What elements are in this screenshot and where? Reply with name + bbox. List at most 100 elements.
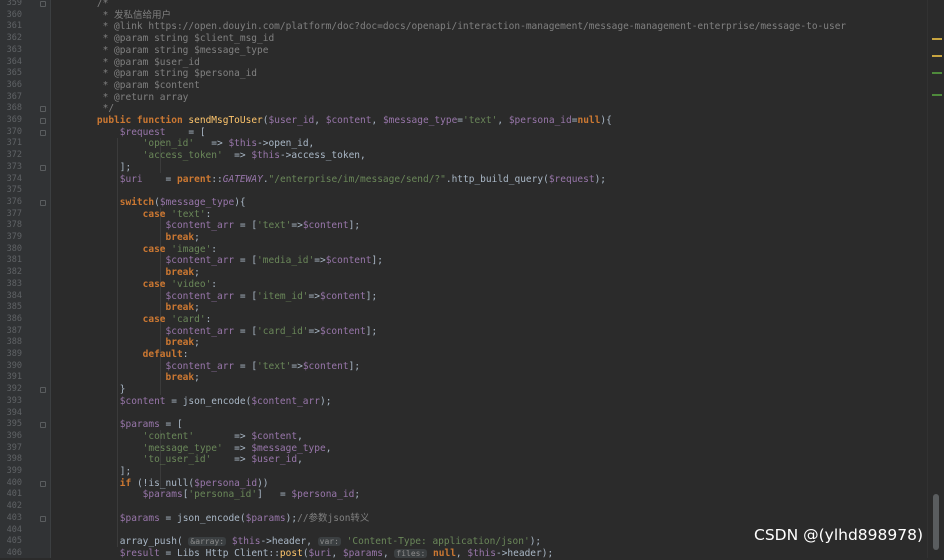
code-token: $persona_id xyxy=(291,489,355,501)
line-number: 392 xyxy=(6,384,22,395)
code-line[interactable]: 'content' => $content, xyxy=(74,431,303,443)
fold-marker-icon[interactable] xyxy=(40,199,46,206)
line-number: 370 xyxy=(6,126,22,137)
code-line[interactable]: * @param $user_id xyxy=(74,57,200,69)
line-number: 380 xyxy=(6,243,22,254)
fold-marker-icon[interactable] xyxy=(40,118,46,124)
code-line[interactable]: break; xyxy=(74,267,200,279)
code-line[interactable]: 'to_user_id' => $user_id, xyxy=(74,454,303,466)
code-line[interactable]: * @param string $client_msg_id xyxy=(74,33,275,45)
code-line[interactable]: $params = [ xyxy=(74,419,183,431)
line-number: 361 xyxy=(6,21,22,32)
code-token: = xyxy=(142,173,177,185)
code-line[interactable]: ]; xyxy=(74,162,131,174)
code-line[interactable]: ]; xyxy=(74,466,131,478)
code-token: => xyxy=(308,325,320,337)
code-line[interactable]: $content_arr = ['item_id'=>$content]; xyxy=(74,290,378,303)
code-line[interactable]: 'open_id' => $this->open_id, xyxy=(74,138,315,150)
scrollbar-thumb[interactable] xyxy=(933,494,939,550)
code-line[interactable]: case 'card': xyxy=(74,314,212,326)
code-line[interactable]: $content_arr = ['text'=>$content]; xyxy=(74,220,361,232)
code-line[interactable]: * @param $content xyxy=(74,80,200,92)
line-number: 404 xyxy=(6,524,22,535)
code-line[interactable]: * @param string $message_type xyxy=(74,44,269,57)
code-line[interactable]: default: xyxy=(74,349,189,361)
code-line[interactable]: $params = json_encode($params);//参数json转… xyxy=(74,512,370,525)
code-token: //参数json转义 xyxy=(297,512,370,524)
line-number: 368 xyxy=(6,103,22,114)
code-token: parent xyxy=(176,173,212,185)
code-line[interactable]: * @return array xyxy=(74,92,189,104)
code-token: case xyxy=(142,243,172,255)
code-token: ]; xyxy=(348,360,361,372)
code-line[interactable]: * 发私信给用户 xyxy=(74,10,171,22)
code-line[interactable]: array_push( &array: $this->header, var: … xyxy=(74,536,541,548)
code-line[interactable]: case 'image': xyxy=(74,244,217,256)
line-number: 365 xyxy=(6,68,22,79)
line-number: 371 xyxy=(6,138,22,149)
code-token: 'persona_id' xyxy=(188,489,258,501)
code-line[interactable]: $request = [ xyxy=(74,127,206,139)
code-token: $content xyxy=(302,360,349,372)
fold-marker-icon[interactable] xyxy=(40,480,46,487)
code-token: : xyxy=(211,278,218,290)
code-line[interactable]: case 'video': xyxy=(74,279,217,291)
code-token: $content_arr xyxy=(251,395,320,407)
code-token: $request xyxy=(119,126,166,138)
fold-marker-icon[interactable] xyxy=(40,387,46,394)
code-token: * @param string $message_type xyxy=(74,44,269,56)
code-token: /* xyxy=(74,0,109,9)
code-line[interactable]: * @link https://open.douyin.com/platform… xyxy=(74,21,847,33)
fold-marker-icon[interactable] xyxy=(40,129,46,136)
code-line[interactable]: $content = json_encode($content_arr); xyxy=(74,395,332,408)
line-number: 372 xyxy=(6,150,22,161)
code-line[interactable]: break; xyxy=(74,302,200,314)
code-line[interactable]: public function sendMsgToUser($user_id, … xyxy=(74,115,612,127)
line-number: 377 xyxy=(6,208,22,219)
code-token: case xyxy=(142,278,172,290)
code-token: null xyxy=(577,115,601,126)
fold-marker-icon[interactable] xyxy=(40,1,46,7)
fold-marker-icon[interactable] xyxy=(40,515,46,522)
code-token: $content_arr xyxy=(165,325,235,337)
code-line[interactable]: $content_arr = ['media_id'=>$content]; xyxy=(74,255,383,267)
scroll-marker-warning xyxy=(932,55,942,57)
code-token: $request xyxy=(548,173,595,185)
code-token: * @param string $persona_id xyxy=(74,68,258,80)
code-line[interactable]: break; xyxy=(74,337,200,349)
code-area[interactable]: /* * 发私信给用户 * @link https://open.douyin.… xyxy=(50,0,928,558)
code-line[interactable]: $content_arr = ['card_id'=>$content]; xyxy=(74,325,378,338)
code-line[interactable]: $params['persona_id'] = $persona_id; xyxy=(74,489,360,501)
code-token: $params xyxy=(142,489,183,501)
code-token: ); xyxy=(285,512,298,524)
code-line[interactable]: break; xyxy=(74,372,200,384)
line-number: 379 xyxy=(6,232,22,242)
code-line[interactable]: * @param string $persona_id xyxy=(74,68,257,80)
fold-marker-icon[interactable] xyxy=(40,106,46,113)
code-line[interactable]: if (!is_null($persona_id)) xyxy=(74,478,269,490)
code-line[interactable]: $uri = parent::GATEWAY."/enterprise/im/m… xyxy=(74,174,606,186)
code-line[interactable]: $result = Libs_Http_Client::post($uri, $… xyxy=(74,548,553,558)
code-line[interactable]: */ xyxy=(74,103,114,115)
code-line[interactable]: break; xyxy=(74,232,200,244)
fold-marker-icon[interactable] xyxy=(40,422,46,429)
code-token: 'item_id' xyxy=(257,290,309,302)
line-number: 394 xyxy=(6,407,22,418)
code-line[interactable]: $content_arr = ['text'=>$content]; xyxy=(74,360,361,373)
code-token: : xyxy=(211,243,218,255)
code-line[interactable]: /* xyxy=(74,0,108,10)
code-editor[interactable]: 359 360 361 362 363 364 365 366 367 368 369 370 371 3… xyxy=(0,0,944,558)
code-line[interactable]: } xyxy=(74,384,126,396)
fold-marker-icon[interactable] xyxy=(40,164,46,171)
code-line[interactable]: 'message_type' => $message_type, xyxy=(74,443,332,455)
code-token: ->header); xyxy=(495,547,554,558)
code-line[interactable]: switch($message_type){ xyxy=(74,197,246,209)
vertical-scrollbar[interactable] xyxy=(927,0,944,558)
code-line[interactable]: case 'text': xyxy=(74,209,212,221)
code-line[interactable]: 'access_token' => $this->access_token, xyxy=(74,150,366,162)
